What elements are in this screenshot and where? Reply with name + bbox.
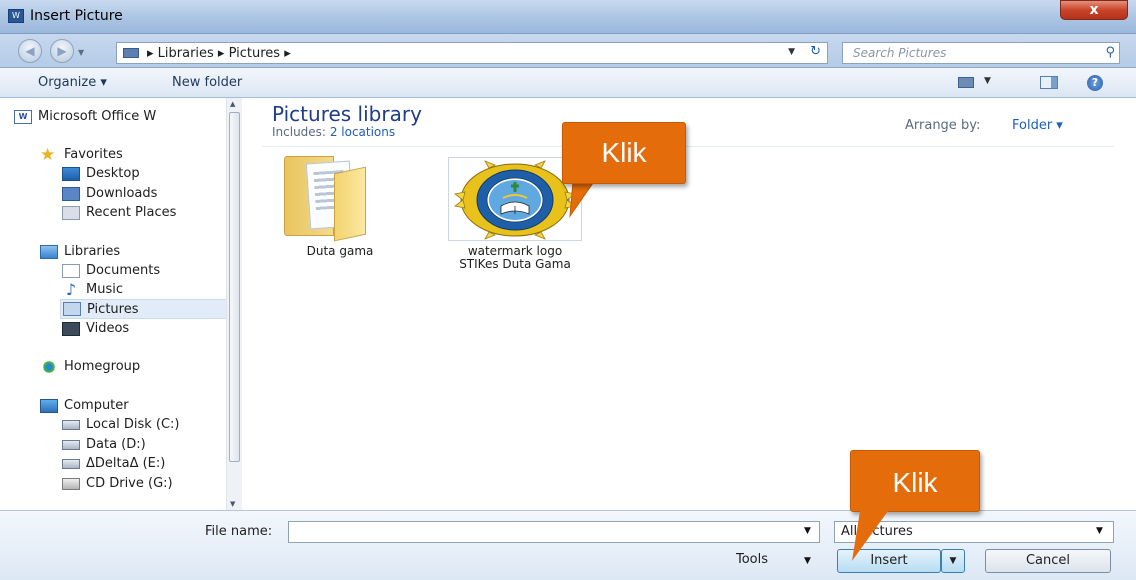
library-title: Pictures library [272, 102, 422, 126]
file-name-label: File name: [205, 524, 273, 539]
sidebar-item-label: Music [86, 282, 123, 297]
new-folder-button[interactable]: New folder [172, 75, 242, 90]
sidebar-item-label: Desktop [86, 166, 140, 181]
sidebar-item-homegroup[interactable]: Homegroup [40, 359, 140, 374]
sidebar-item-cd-drive[interactable]: CD Drive (G:) [62, 476, 173, 491]
file-name-dropdown-icon[interactable]: ▼ [804, 526, 811, 536]
search-icon[interactable]: ⚲ [1105, 45, 1115, 60]
sidebar-item-label: Recent Places [86, 205, 177, 220]
title-bar: W Insert Picture x [0, 0, 1136, 34]
videos-icon [62, 321, 80, 336]
sidebar-item-label: Local Disk (C:) [86, 417, 180, 432]
sidebar-item-label: Favorites [64, 147, 123, 162]
drive-icon [62, 439, 80, 450]
file-label[interactable]: Duta gama [282, 244, 398, 258]
refresh-icon[interactable]: ↻ [810, 44, 821, 59]
annotation-callout: Klik [562, 122, 686, 184]
scroll-down-icon[interactable]: ▼ [230, 500, 235, 508]
drive-icon [62, 419, 80, 430]
file-label[interactable]: watermark logo STIKes Duta Gama [448, 245, 582, 271]
file-type-filter[interactable]: All Pictures [834, 521, 1114, 543]
scroll-up-icon[interactable]: ▲ [230, 100, 235, 108]
sidebar-item-label: Homegroup [64, 359, 141, 374]
locations-link[interactable]: 2 locations [330, 125, 395, 139]
file-name-input[interactable] [288, 521, 820, 543]
sidebar-item-delta-drive[interactable]: ΔDeltaΔ (E:) [62, 456, 165, 471]
sidebar-item-label: Computer [64, 398, 129, 413]
back-button[interactable]: ◀ [18, 39, 42, 63]
sidebar-item-videos[interactable]: Videos [62, 321, 129, 336]
sidebar-item-label: Data (D:) [86, 437, 146, 452]
sidebar-item-label: ΔDeltaΔ (E:) [86, 456, 166, 471]
sidebar-item-label: Downloads [86, 186, 158, 201]
music-icon: ♪ [65, 279, 77, 299]
star-icon: ★ [40, 144, 56, 165]
address-bar[interactable]: ▸ Libraries ▸ Pictures ▸ ▼ ↻ [116, 42, 828, 64]
sidebar-item-pictures[interactable]: Pictures [60, 299, 240, 319]
sidebar-item-libraries[interactable]: Libraries [40, 244, 120, 259]
includes-label: Includes: [272, 125, 326, 139]
annotation-callout: Klik [850, 450, 980, 512]
search-input[interactable]: Search Pictures ⚲ [842, 42, 1120, 64]
address-dropdown-icon[interactable]: ▼ [788, 47, 795, 57]
sidebar-item-documents[interactable]: Documents [62, 263, 160, 278]
search-placeholder: Search Pictures [853, 46, 947, 60]
forward-button[interactable]: ▶ [50, 39, 74, 63]
arrange-by-dropdown[interactable]: Folder ▾ [1012, 118, 1063, 133]
divider [262, 146, 1114, 147]
command-toolbar: Organize ▾ New folder ▼ ? [0, 68, 1136, 98]
sidebar-item-office[interactable]: W Microsoft Office W [14, 109, 156, 124]
sidebar-item-favorites[interactable]: ★ Favorites [40, 144, 123, 165]
office-icon: W [14, 109, 32, 124]
arrange-by-label: Arrange by: [905, 118, 981, 133]
downloads-icon [62, 186, 80, 201]
change-view-icon[interactable] [958, 77, 974, 88]
recent-places-icon [62, 205, 80, 220]
sidebar-item-computer[interactable]: Computer [40, 398, 129, 413]
help-icon[interactable]: ? [1087, 75, 1103, 91]
sidebar-item-label: Microsoft Office W [38, 109, 157, 124]
address-bar-row: ◀ ▶ ▼ ▸ Libraries ▸ Pictures ▸ ▼ ↻ Searc… [0, 34, 1136, 68]
cd-drive-icon [62, 477, 80, 490]
folder-front [334, 166, 366, 242]
tools-menu[interactable]: Tools [736, 552, 768, 567]
window-title: Insert Picture [30, 8, 123, 24]
sidebar-item-label: CD Drive (G:) [86, 476, 173, 491]
sidebar-item-data-drive[interactable]: Data (D:) [62, 437, 146, 452]
sidebar-item-label: Libraries [64, 244, 121, 259]
folder-icon [123, 48, 139, 58]
sidebar-item-desktop[interactable]: Desktop [62, 166, 140, 181]
folder-item-duta-gama[interactable] [282, 156, 378, 242]
insert-button[interactable]: Insert [837, 549, 941, 573]
computer-icon [40, 398, 58, 413]
cancel-button[interactable]: Cancel [985, 549, 1111, 573]
sidebar-item-downloads[interactable]: Downloads [62, 186, 157, 201]
sidebar-item-music[interactable]: ♪ Music [62, 279, 123, 299]
sidebar-item-label: Pictures [87, 301, 139, 317]
sidebar-item-recent-places[interactable]: Recent Places [62, 205, 176, 220]
nav-scrollbar[interactable]: ▲ ▼ [226, 98, 242, 510]
filter-dropdown-icon[interactable]: ▼ [1096, 526, 1103, 536]
view-dropdown-icon[interactable]: ▼ [984, 76, 991, 86]
tools-dropdown-icon[interactable]: ▼ [804, 556, 811, 566]
scrollbar-thumb[interactable] [229, 112, 240, 462]
word-app-icon: W [8, 9, 24, 23]
desktop-icon [62, 166, 80, 181]
sidebar-item-local-disk[interactable]: Local Disk (C:) [62, 417, 179, 432]
drive-icon [62, 458, 80, 469]
recent-pages-dropdown[interactable]: ▼ [78, 48, 84, 57]
insert-options-dropdown[interactable]: ▼ [941, 549, 965, 573]
preview-pane-icon[interactable] [1040, 76, 1058, 89]
library-includes: Includes: 2 locations [272, 125, 395, 139]
pictures-icon [63, 302, 81, 316]
documents-icon [62, 263, 80, 278]
homegroup-icon [40, 359, 58, 374]
organize-menu[interactable]: Organize ▾ [38, 75, 107, 90]
breadcrumb: ▸ Libraries ▸ Pictures ▸ [147, 45, 291, 61]
libraries-icon [40, 244, 58, 259]
sidebar-item-label: Videos [86, 321, 130, 336]
sidebar-item-label: Documents [86, 263, 161, 278]
close-button[interactable]: x [1060, 0, 1128, 20]
